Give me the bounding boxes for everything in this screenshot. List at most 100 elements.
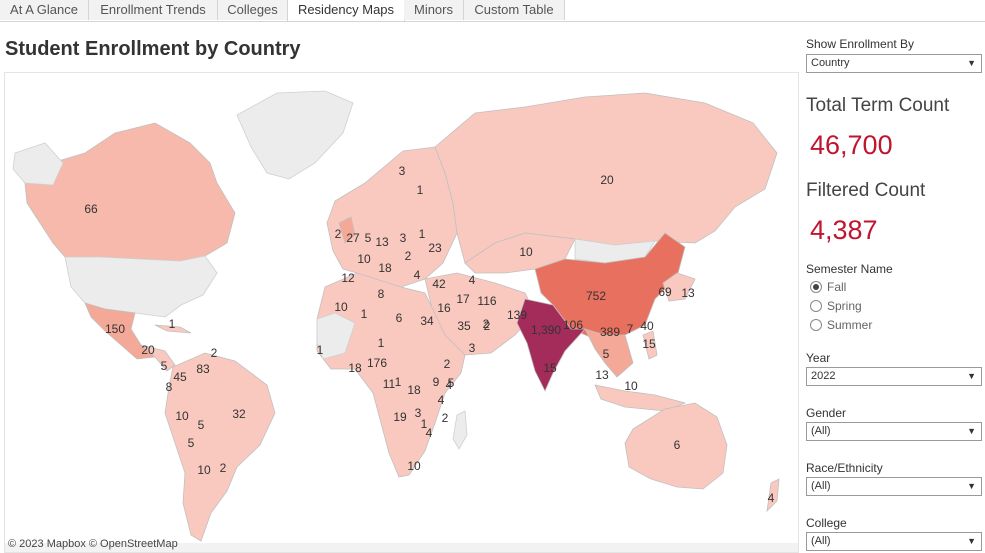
map-label: 5 [365, 231, 372, 245]
map-label: 23 [428, 241, 442, 255]
chevron-down-icon: ▼ [967, 371, 976, 381]
map-label: 34 [420, 314, 434, 328]
map-label: 10 [357, 252, 371, 266]
map-label: 1 [378, 336, 385, 350]
radio-unselected-icon [810, 319, 822, 331]
tab-minors[interactable]: Minors [404, 0, 464, 20]
gender-dropdown[interactable]: (All) ▼ [806, 422, 982, 441]
map-label: 20 [600, 173, 614, 187]
map-label: 66 [84, 202, 98, 216]
map-label: 106 [563, 318, 583, 332]
map-label: 2 [483, 317, 490, 331]
map-label: 7 [627, 322, 634, 336]
map-label: 4 [438, 393, 445, 407]
map-label: 5 [161, 359, 168, 373]
map-label: 2 [335, 227, 342, 241]
radio-unselected-icon [810, 300, 822, 312]
college-dropdown[interactable]: (All) ▼ [806, 532, 982, 551]
map-label: 16 [437, 301, 451, 315]
map-label: 10 [197, 463, 211, 477]
chevron-down-icon: ▼ [967, 481, 976, 491]
map-label: 19 [393, 410, 407, 424]
map-label: 10 [519, 245, 533, 259]
alaska-shape [12, 142, 64, 186]
show-by-dropdown[interactable]: Country ▼ [806, 54, 982, 73]
map-label: 116 [477, 294, 496, 308]
tab-enrollment-trends[interactable]: Enrollment Trends [89, 0, 218, 20]
radio-selected-icon [810, 281, 822, 293]
map-label: 83 [196, 362, 210, 376]
page-title: Student Enrollment by Country [5, 38, 301, 60]
semester-option-label: Spring [827, 299, 862, 313]
map-label: 176 [367, 356, 387, 370]
map-label: 3 [399, 164, 406, 178]
show-by-label: Show Enrollment By [806, 37, 915, 51]
map-label: 4 [469, 273, 476, 287]
map-label: 13 [375, 235, 389, 249]
tab-at-a-glance[interactable]: At A Glance [0, 0, 89, 20]
show-by-value: Country [811, 57, 850, 69]
madagascar-shape [452, 410, 468, 450]
map-label: 13 [595, 368, 609, 382]
gender-label: Gender [806, 406, 847, 420]
map-label: 139 [507, 308, 527, 322]
map-label: 2 [442, 411, 449, 425]
map-label: 8 [378, 287, 385, 301]
map-label: 20 [141, 343, 155, 357]
map-label: 2 [211, 346, 218, 360]
race-ethnicity-dropdown[interactable]: (All) ▼ [806, 477, 982, 496]
greenland-shape [236, 90, 354, 180]
map-label: 10 [175, 409, 189, 423]
semester-option-label: Summer [827, 318, 873, 332]
map-label: 752 [586, 289, 606, 303]
map-label: 1 [419, 227, 426, 241]
map-credit[interactable]: © 2023 Mapbox © OpenStreetMap [8, 538, 178, 550]
college-value: (All) [811, 535, 831, 547]
map-label: 2 [444, 357, 451, 371]
canada-shape[interactable] [24, 122, 236, 262]
tab-residency-maps[interactable]: Residency Maps [287, 0, 405, 21]
map-label: 17 [456, 292, 470, 306]
indonesia-shape[interactable] [594, 384, 687, 412]
map-label: 18 [378, 261, 392, 275]
map-label: 6 [674, 438, 681, 452]
map-label: 1,390 [531, 323, 561, 337]
map-label: 1 [361, 307, 368, 321]
semester-radio-spring[interactable]: Spring [810, 298, 862, 314]
map-label: 2 [220, 461, 227, 475]
map-label: 5 [198, 418, 205, 432]
gender-value: (All) [811, 425, 831, 437]
map-label: 8 [166, 380, 173, 394]
chevron-down-icon: ▼ [967, 536, 976, 546]
map-label: 1 [317, 343, 324, 357]
map-canvas[interactable]: 66 20 3 1 2 27 5 13 3 1 23 10 18 2 10 12… [5, 73, 798, 552]
total-term-count-value: 46,700 [810, 130, 893, 160]
map-label: 5 [603, 347, 610, 361]
map-label: 12 [341, 271, 355, 285]
semester-option-label: Fall [827, 280, 847, 294]
year-dropdown[interactable]: 2022 ▼ [806, 367, 982, 386]
europe-shape[interactable] [326, 146, 458, 288]
chevron-down-icon: ▼ [967, 426, 976, 436]
world-map[interactable]: 66 20 3 1 2 27 5 13 3 1 23 10 18 2 10 12… [4, 72, 799, 553]
map-label: 4 [768, 491, 775, 505]
map-label: 150 [105, 322, 125, 336]
map-label: 42 [432, 277, 446, 291]
map-label: 1 [395, 375, 402, 389]
map-label: 4 [414, 268, 421, 282]
semester-radio-summer[interactable]: Summer [810, 317, 872, 333]
map-label: 5 [188, 436, 195, 450]
map-label: 69 [658, 285, 672, 299]
tab-colleges[interactable]: Colleges [218, 0, 288, 20]
map-label: 15 [642, 337, 656, 351]
map-label: 10 [334, 300, 348, 314]
map-label: 1 [417, 183, 424, 197]
tab-custom-table[interactable]: Custom Table [464, 0, 565, 20]
map-label: 35 [457, 319, 471, 333]
map-label: 10 [407, 459, 421, 473]
semester-radio-fall[interactable]: Fall [810, 279, 846, 295]
map-label: 10 [624, 379, 638, 393]
map-label: 389 [600, 325, 620, 339]
tab-bar: At A Glance Enrollment Trends Colleges R… [0, 0, 985, 22]
map-label: 18 [348, 361, 362, 375]
